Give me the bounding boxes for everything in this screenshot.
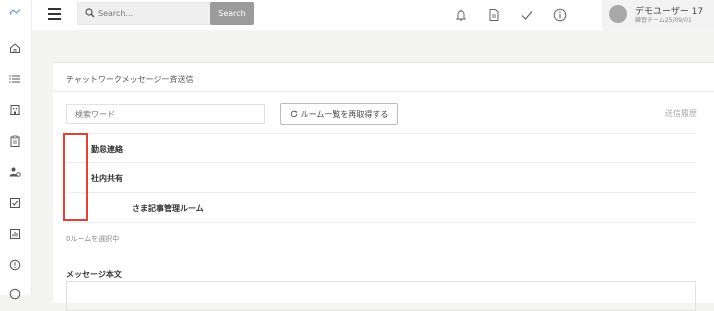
checkbox-icon[interactable] (8, 196, 22, 210)
room-row[interactable]: 社内共有 (66, 163, 696, 193)
keyword-search-input[interactable] (66, 104, 265, 124)
logo-icon[interactable] (8, 5, 22, 19)
user-settings-icon[interactable] (8, 165, 22, 179)
room-checkbox[interactable] (66, 163, 91, 192)
divider (53, 91, 714, 92)
report-icon[interactable] (8, 227, 22, 241)
bell-icon[interactable] (454, 7, 468, 21)
room-row[interactable]: さま記事管理ルーム (66, 193, 696, 223)
clipboard-icon[interactable] (8, 134, 22, 148)
search-box (77, 2, 212, 25)
avatar (609, 5, 627, 23)
more-icon[interactable] (8, 287, 22, 301)
main-content: チャットワークメッセージ一斉送信 ルーム一覧を再取得する 送信履歴 勤怠連絡 社… (32, 30, 714, 311)
check-icon[interactable] (520, 7, 534, 21)
room-list: 勤怠連絡 社内共有 さま記事管理ルーム (66, 133, 696, 223)
page-title: チャットワークメッセージ一斉送信 (66, 75, 194, 84)
message-body-label: メッセージ本文 (66, 270, 122, 279)
document-icon[interactable] (487, 7, 501, 21)
room-checkbox[interactable] (66, 193, 91, 222)
info-icon[interactable] (553, 7, 567, 22)
hamburger-menu-icon[interactable] (48, 8, 61, 20)
room-name: 社内共有 (91, 174, 123, 183)
broadcast-card: チャットワークメッセージ一斉送信 ルーム一覧を再取得する 送信履歴 勤怠連絡 社… (53, 62, 714, 311)
send-history-link[interactable]: 送信履歴 (665, 108, 697, 119)
refresh-icon (290, 110, 297, 118)
search-button[interactable]: Search (210, 2, 254, 25)
building-icon[interactable] (8, 103, 22, 117)
home-icon[interactable] (8, 41, 22, 55)
reload-rooms-button[interactable]: ルーム一覧を再取得する (280, 103, 398, 125)
top-bar: Search デモユーザー 17 練習チーム25/09/01 (32, 0, 714, 31)
list-icon[interactable] (8, 72, 22, 86)
sidebar (0, 0, 32, 300)
user-menu[interactable]: デモユーザー 17 練習チーム25/09/01 (602, 0, 714, 30)
message-body-textarea[interactable] (66, 281, 696, 311)
search-input[interactable] (98, 5, 203, 21)
info-icon[interactable] (8, 258, 22, 272)
selected-room-count: 0ルームを選択中 (66, 235, 120, 243)
room-checkbox[interactable] (66, 134, 91, 163)
reload-rooms-label: ルーム一覧を再取得する (300, 109, 389, 119)
room-row[interactable]: 勤怠連絡 (66, 133, 696, 163)
search-icon (85, 8, 95, 18)
user-team: 練習チーム25/09/01 (635, 17, 692, 24)
room-name: さま記事管理ルーム (132, 204, 204, 213)
room-name: 勤怠連絡 (91, 145, 123, 154)
